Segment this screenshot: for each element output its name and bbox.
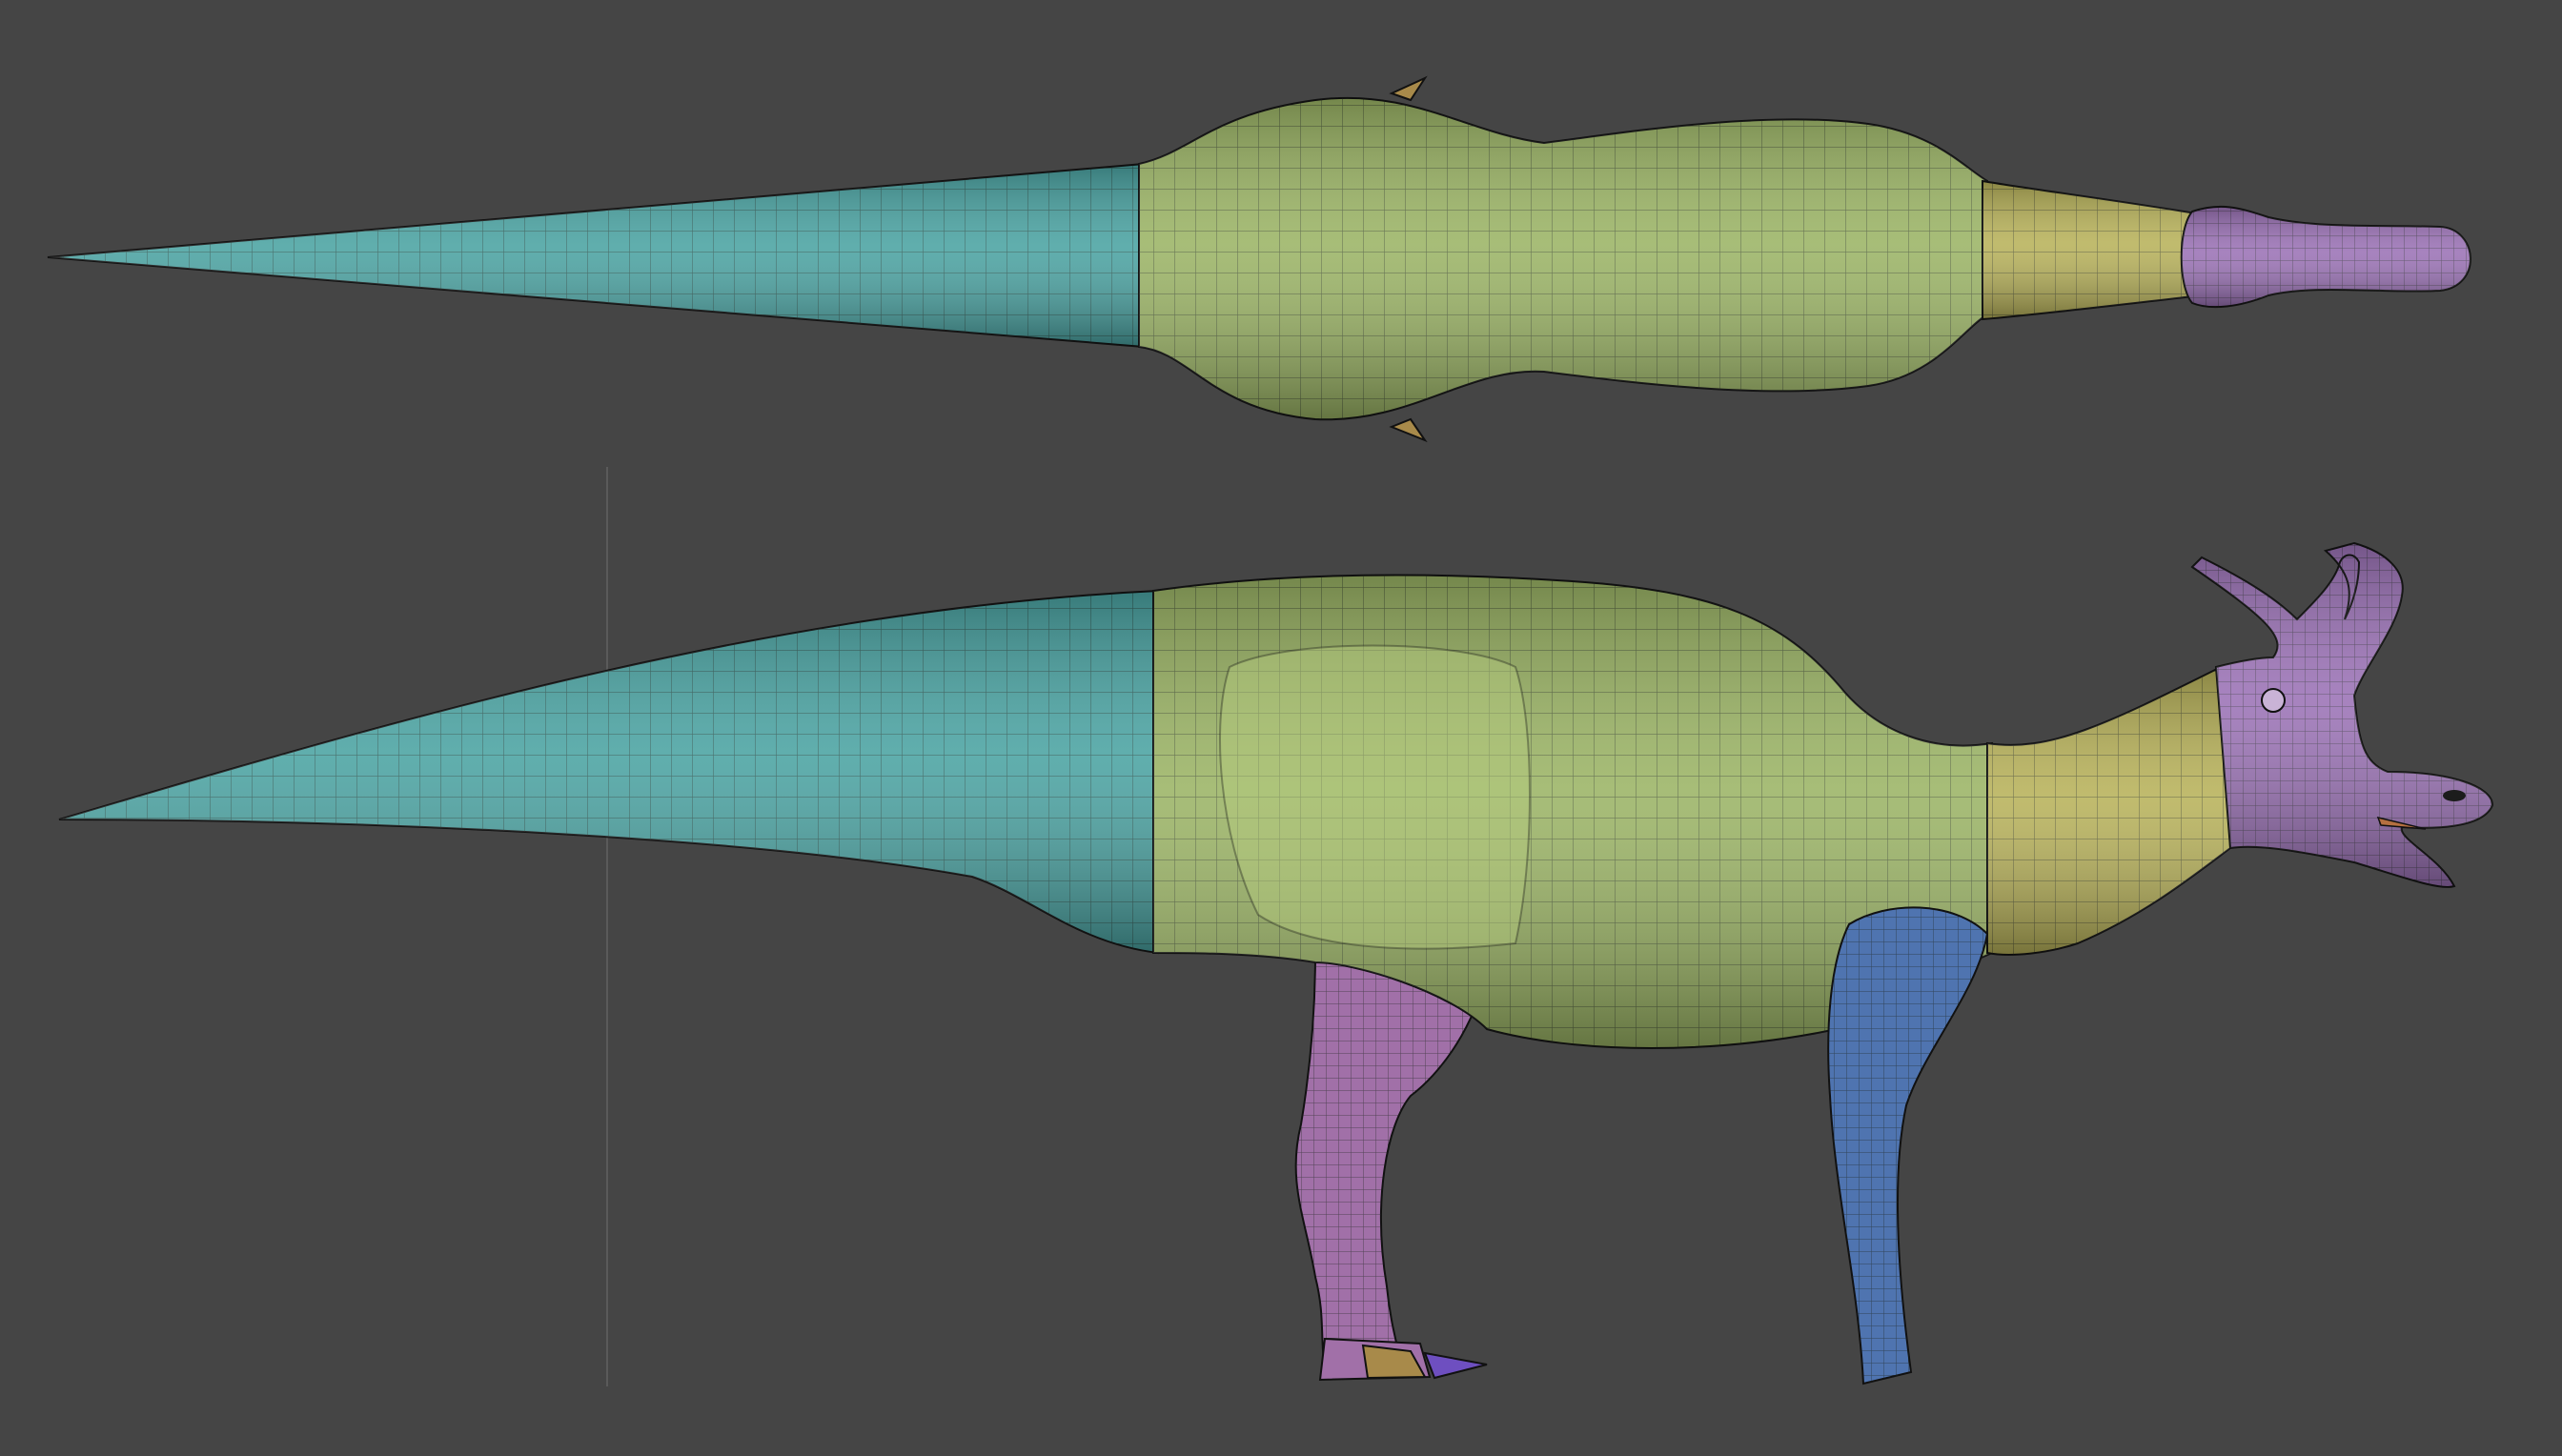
foot-claw	[1423, 1351, 1488, 1380]
viewport-canvas	[47, 75, 2494, 1386]
eye	[2261, 688, 2286, 713]
thigh-muscle	[1219, 644, 1531, 950]
viewport	[0, 0, 2562, 1456]
top-claw	[1389, 75, 1428, 102]
top-claw	[1389, 417, 1428, 443]
nostril	[2443, 790, 2466, 801]
top-view	[47, 75, 2471, 443]
side-view	[58, 541, 2494, 1385]
